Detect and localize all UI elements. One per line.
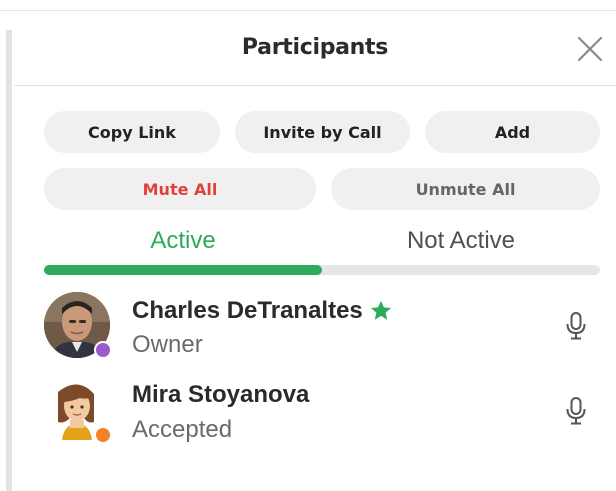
tab-indicator-track [44, 265, 600, 275]
tab-not-active[interactable]: Not Active [322, 227, 600, 255]
star-icon [370, 300, 391, 320]
participant-name-line: Mira Stoyanova [132, 381, 309, 409]
participant-row[interactable]: Charles DeTranaltes Owner [14, 289, 616, 369]
participant-row[interactable]: Mira Stoyanova Accepted [14, 376, 616, 456]
participant-role: Accepted [132, 416, 233, 443]
participant-name: Mira Stoyanova [132, 381, 310, 408]
participants-panel: Participants Copy Link Invite by Call Ad… [14, 11, 616, 491]
participant-name-line: Charles DeTranaltes [132, 297, 393, 325]
mute-all-button[interactable]: Mute All [44, 168, 316, 210]
tab-indicator-active [44, 265, 322, 275]
participants-window: Participants Copy Link Invite by Call Ad… [0, 0, 616, 491]
unmute-all-button[interactable]: Unmute All [331, 168, 600, 210]
microphone-icon [566, 312, 586, 340]
tab-active[interactable]: Active [44, 227, 322, 255]
invite-by-call-button[interactable]: Invite by Call [235, 111, 410, 153]
add-button[interactable]: Add [425, 111, 600, 153]
microphone-button[interactable] [564, 311, 588, 341]
microphone-icon [566, 397, 586, 425]
panel-header: Participants [14, 11, 616, 86]
presence-status-indicator [94, 426, 112, 444]
microphone-button[interactable] [564, 396, 588, 426]
close-button[interactable] [576, 35, 604, 63]
close-icon [577, 36, 603, 62]
left-scroll-rail [6, 30, 12, 491]
panel-title: Participants [241, 35, 389, 60]
participant-role: Owner [132, 331, 203, 358]
participant-name: Charles DeTranaltes [132, 297, 363, 324]
presence-status-indicator [94, 341, 112, 359]
copy-link-button[interactable]: Copy Link [44, 111, 220, 153]
